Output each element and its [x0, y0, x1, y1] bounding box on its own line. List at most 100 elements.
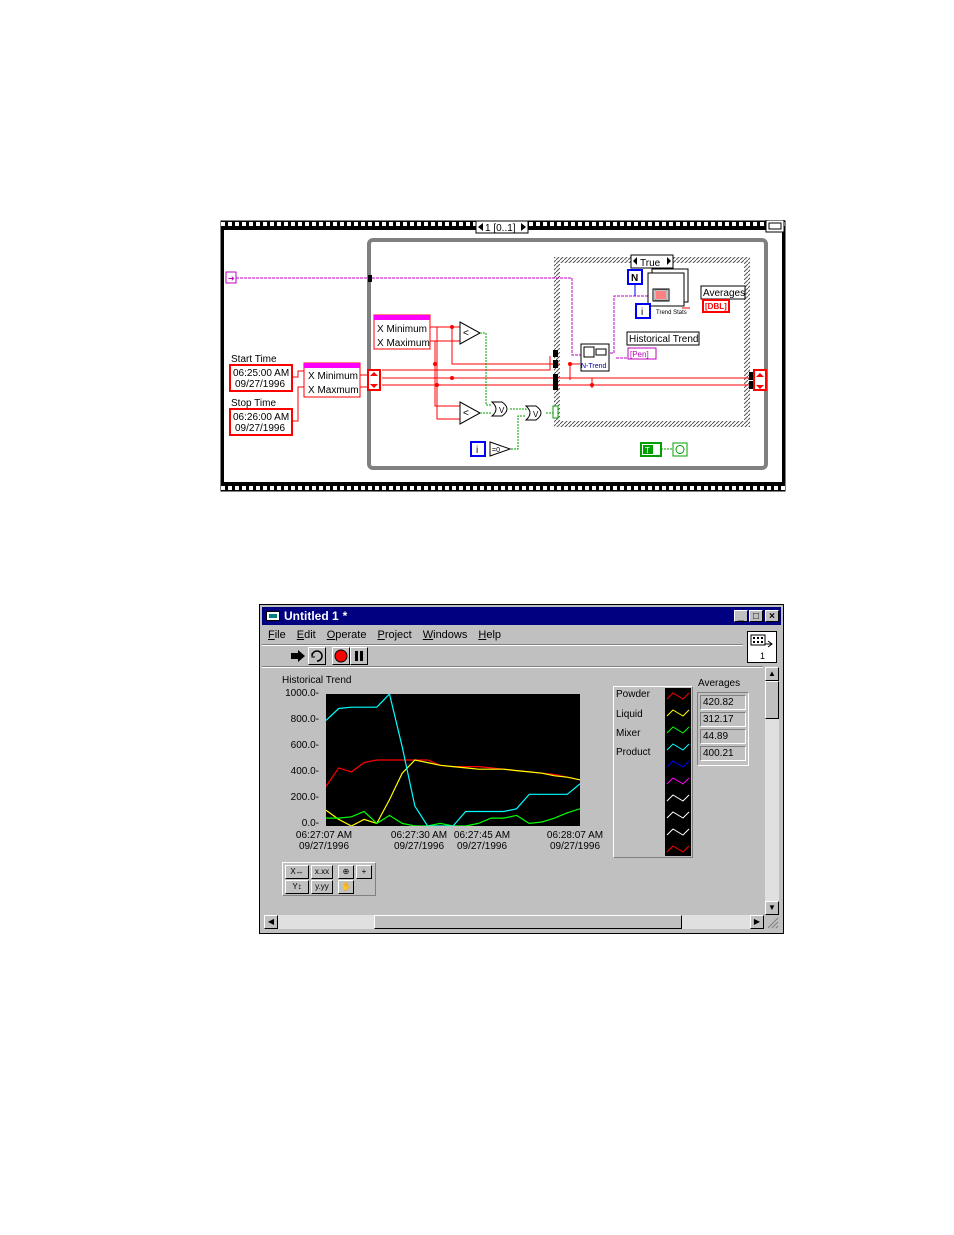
menu-edit[interactable]: Edit: [291, 627, 321, 643]
svg-text:[Pen]: [Pen]: [630, 350, 649, 359]
block-diagram: 1 [0..1] True ➜ Start Time 06:25:00 AM 0…: [220, 220, 786, 492]
zoom-icon[interactable]: ⊕: [338, 865, 354, 879]
menu-operate[interactable]: Operate: [321, 627, 372, 643]
labview-window: Untitled 1 * _ □ × File Edit Operate Pro…: [259, 604, 784, 934]
true-constant: T: [640, 442, 662, 457]
scroll-down-button[interactable]: ▼: [765, 901, 779, 915]
svg-text:Historical Trend: Historical Trend: [629, 334, 698, 345]
sequence-selector[interactable]: 1 [0..1]: [475, 220, 529, 234]
maximize-button[interactable]: □: [749, 610, 763, 622]
sequence-label: 1 [0..1]: [485, 223, 516, 234]
average-value-product: 400.21: [700, 746, 746, 761]
menu-help[interactable]: Help: [472, 627, 506, 643]
svg-text:T: T: [645, 446, 650, 455]
x-tick-label: 06:28:07 AM 09/27/1996: [546, 830, 604, 852]
legend-swatch: [666, 709, 690, 717]
x-minimum-1: X Minimum: [377, 324, 427, 335]
legend-swatch: [666, 743, 690, 751]
shift-register-left: [367, 369, 381, 391]
x-format-button[interactable]: x.xx: [311, 865, 333, 879]
svg-text:=0: =0: [492, 447, 500, 454]
y-tick-label: 400.0-: [290, 766, 319, 777]
pan-hand-icon[interactable]: ✋: [338, 880, 354, 894]
y-tick-label: 1000.0-: [285, 688, 319, 699]
y-autoscale-button[interactable]: Y↕: [285, 880, 309, 894]
close-button[interactable]: ×: [765, 610, 779, 622]
xrange-cluster-1[interactable]: X Minimum X Maxmum: [303, 362, 361, 398]
average-value-powder: 420.82: [700, 695, 746, 710]
run-arrow-icon[interactable]: [290, 649, 306, 663]
averages-label: Averages: [698, 678, 741, 689]
y-tick-label: 800.0-: [290, 714, 319, 725]
scroll-right-button[interactable]: ▶: [750, 915, 764, 929]
run-continuously-button[interactable]: [308, 647, 326, 665]
legend-swatches: [665, 688, 691, 856]
abort-button[interactable]: [332, 647, 350, 665]
legend-swatch: [666, 692, 690, 700]
minimize-button[interactable]: _: [734, 610, 748, 622]
svg-text:i: i: [476, 445, 478, 456]
svg-text:N-Trend: N-Trend: [581, 363, 607, 370]
scroll-up-button[interactable]: ▲: [765, 667, 779, 681]
x-autoscale-button[interactable]: X↔: [285, 865, 309, 879]
window-title: Untitled 1: [284, 609, 339, 623]
stop-time-value: 06:26:00 AM: [233, 412, 289, 423]
chart-plot-area: [325, 692, 581, 827]
iteration-terminal: i: [470, 441, 486, 457]
n-terminal: N: [627, 269, 643, 285]
x-tick-label: 06:27:45 AM 09/27/1996: [453, 830, 511, 852]
series-line-mixer: [326, 808, 581, 827]
y-format-button[interactable]: y.yy: [311, 880, 333, 894]
historical-trend-label: Historical Trend: [626, 331, 700, 346]
start-time-label: Start Time: [231, 354, 277, 365]
graph-palette: X↔ Y↕ x.xx y.yy ⊕ + ✋: [282, 862, 376, 896]
case-selector[interactable]: True: [630, 254, 674, 269]
ntrend-subvi: N-Trend: [580, 343, 610, 372]
legend-powder[interactable]: Powder: [616, 689, 650, 700]
pen-indicator: [Pen]: [627, 347, 657, 360]
historical-trend-chart[interactable]: [325, 692, 581, 827]
y-tick-label: 0.0-: [301, 818, 319, 829]
chart-title: Historical Trend: [282, 675, 352, 686]
xrange-cluster-2[interactable]: X Minimum X Maximum: [373, 314, 431, 350]
case-label: True: [640, 258, 661, 269]
y-tick-label: 600.0-: [290, 740, 319, 751]
crosshair-icon[interactable]: +: [356, 865, 372, 879]
horizontal-scroll-thumb[interactable]: [374, 915, 682, 929]
svg-text:N: N: [631, 273, 638, 284]
legend-swatch: [666, 828, 690, 836]
plot-legend: Powder Liquid Mixer Product: [613, 686, 693, 858]
menu-bar: File Edit Operate Project Windows Help: [262, 627, 743, 643]
stop-date-value: 09/27/1996: [235, 423, 285, 434]
menu-file[interactable]: File: [262, 627, 291, 643]
svg-text:Averages: Averages: [703, 288, 745, 299]
pause-button[interactable]: [350, 647, 368, 665]
x-maximum-1: X Maximum: [377, 338, 430, 349]
horizontal-scrollbar[interactable]: ◀ ▶: [264, 915, 764, 929]
shift-register-right: [753, 369, 767, 391]
svg-text:<: <: [463, 328, 469, 339]
front-panel: Historical Trend 1000.0- 800.0- 600.0- 4…: [264, 669, 763, 914]
loop-condition-terminal: [672, 442, 688, 457]
legend-swatch: [666, 760, 690, 768]
menu-windows[interactable]: Windows: [417, 627, 473, 643]
vertical-scroll-thumb[interactable]: [765, 681, 779, 719]
resize-grip-icon[interactable]: [765, 915, 779, 929]
averages-array: 420.82 312.17 44.89 400.21: [697, 692, 749, 766]
trend-stats-label: Trend Stats: [656, 310, 687, 316]
x-tick-label: 06:27:30 AM 09/27/1996: [390, 830, 448, 852]
legend-product[interactable]: Product: [616, 747, 650, 758]
legend-liquid[interactable]: Liquid: [616, 709, 643, 720]
legend-swatch: [666, 811, 690, 819]
svg-text:<: <: [463, 408, 469, 419]
svg-text:[DBL]: [DBL]: [705, 302, 727, 311]
title-bar[interactable]: Untitled 1 * _ □ ×: [262, 607, 781, 625]
legend-swatch: [666, 777, 690, 785]
app-icon: [266, 611, 280, 621]
scroll-left-button[interactable]: ◀: [264, 915, 278, 929]
menu-project[interactable]: Project: [371, 627, 416, 643]
x-maximum-2: X Maxmum: [308, 385, 359, 396]
legend-mixer[interactable]: Mixer: [616, 728, 640, 739]
legend-swatch: [666, 845, 690, 853]
vertical-scrollbar[interactable]: ▲ ▼: [765, 667, 779, 915]
